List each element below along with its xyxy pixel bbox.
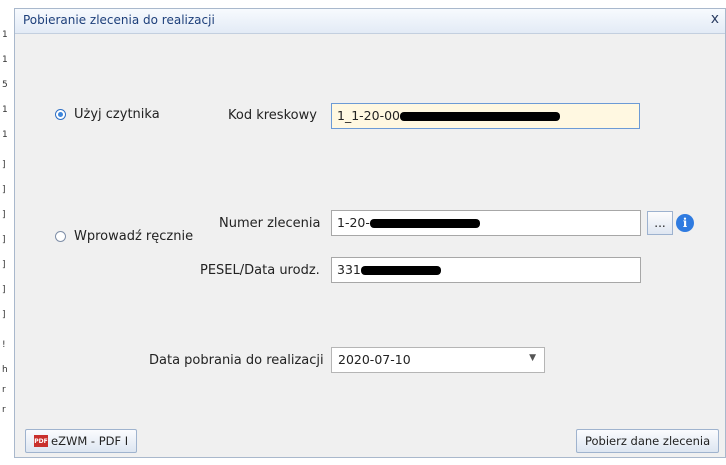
radio-manual-entry-label: Wprowadź ręcznie — [74, 229, 194, 244]
bg-char: ] — [2, 160, 6, 170]
bg-char: ] — [2, 260, 6, 270]
fetch-date-picker[interactable]: 2020-07-10 ▼ — [331, 347, 545, 373]
order-number-label: Numer zlecenia — [219, 216, 321, 231]
pdf-icon: PDF — [34, 435, 48, 447]
fetch-date-label: Data pobrania do realizacji — [149, 353, 324, 368]
pdf-export-label: eZWM - PDF I — [51, 434, 129, 448]
bg-char: ] — [2, 185, 6, 195]
order-number-input[interactable]: 1-20- — [331, 210, 641, 236]
pesel-value: 331 — [337, 262, 361, 277]
bg-char: ] — [2, 285, 6, 295]
bg-char: ! — [2, 340, 6, 350]
order-number-value: 1-20- — [337, 215, 370, 230]
background-window-strip: 1 1 5 1 1 ] ] ] ] ] ] ] ! h r r — [0, 0, 14, 465]
barcode-label: Kod kreskowy — [228, 108, 317, 123]
bg-char: ] — [2, 310, 6, 320]
radio-manual-entry[interactable]: Wprowadź ręcznie — [55, 229, 193, 244]
dialog-titlebar: Pobieranie zlecenia do realizacji x — [15, 9, 725, 34]
bg-char: h — [2, 365, 8, 375]
pesel-label: PESEL/Data urodz. — [200, 263, 320, 278]
fetch-date-value: 2020-07-10 — [338, 352, 411, 367]
info-button[interactable]: i — [674, 211, 696, 235]
dialog-title: Pobieranie zlecenia do realizacji — [23, 13, 215, 27]
radio-unchecked-icon — [55, 231, 66, 242]
redaction-mark — [360, 266, 441, 275]
barcode-input[interactable]: 1_1-20-00 — [331, 103, 640, 129]
redaction-mark — [400, 112, 560, 121]
bg-char: 5 — [2, 80, 8, 90]
bg-char: ] — [2, 235, 6, 245]
info-icon: i — [676, 214, 694, 232]
bg-char: 1 — [2, 55, 8, 65]
barcode-value: 1_1-20-00 — [337, 108, 400, 123]
bg-char: r — [2, 405, 6, 415]
browse-button[interactable]: ... — [647, 211, 673, 235]
order-fetch-dialog: Pobieranie zlecenia do realizacji x Użyj… — [14, 8, 726, 458]
redaction-mark — [369, 219, 480, 228]
bg-char: 1 — [2, 30, 8, 40]
pdf-export-button[interactable]: PDF eZWM - PDF I — [25, 429, 138, 453]
fetch-order-label: Pobierz dane zlecenia — [585, 434, 711, 448]
pesel-input[interactable]: 331 — [331, 257, 641, 283]
bg-char: 1 — [2, 130, 8, 140]
bg-char: ] — [2, 210, 6, 220]
bg-char: 1 — [2, 105, 8, 115]
chevron-down-icon: ▼ — [529, 353, 536, 363]
radio-use-reader[interactable]: Użyj czytnika — [55, 107, 160, 122]
ellipsis-icon: ... — [654, 216, 666, 230]
close-icon[interactable]: x — [711, 11, 719, 27]
radio-use-reader-label: Użyj czytnika — [74, 107, 160, 122]
radio-checked-icon — [55, 109, 66, 120]
fetch-order-button[interactable]: Pobierz dane zlecenia — [576, 429, 720, 453]
bg-char: r — [2, 385, 6, 395]
